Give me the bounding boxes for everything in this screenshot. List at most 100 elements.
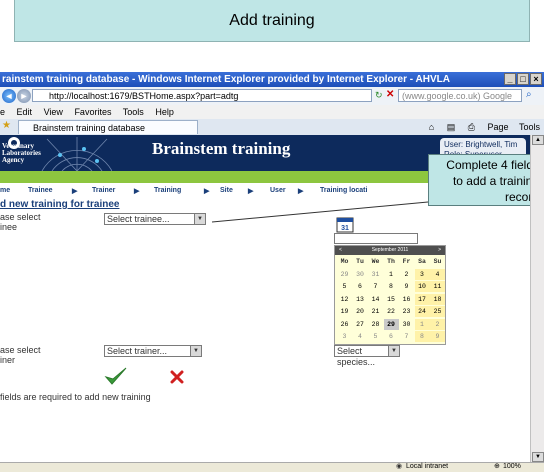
nav-site[interactable]: Site	[220, 187, 233, 194]
calendar-day[interactable]: 30	[353, 269, 368, 280]
prev-month-button[interactable]: <	[339, 246, 342, 255]
calendar-day[interactable]: 7	[399, 331, 414, 342]
calendar-day[interactable]: 12	[337, 294, 352, 305]
calendar-day[interactable]: 31	[368, 269, 383, 280]
next-month-button[interactable]: >	[438, 246, 441, 255]
trainer-select[interactable]: Select trainer... ▼	[104, 345, 202, 357]
scroll-down-icon[interactable]: ▼	[532, 452, 544, 462]
security-zone: Local intranet	[406, 463, 449, 470]
form-heading: d new training for trainee	[0, 199, 120, 210]
calendar-day[interactable]: 11	[430, 281, 445, 292]
calendar-weekday-header: We	[371, 258, 380, 265]
cancel-x-icon[interactable]	[170, 370, 184, 384]
calendar-day[interactable]: 29	[383, 318, 399, 330]
menu-view[interactable]: View	[44, 107, 63, 117]
nav-user[interactable]: User	[270, 187, 286, 194]
calendar-day[interactable]: 2	[430, 318, 445, 330]
calendar-day[interactable]: 29	[337, 269, 352, 280]
zoom-icon[interactable]: ⊕	[494, 462, 500, 471]
app-title: Brainstem training	[152, 139, 291, 158]
nav-training[interactable]: Training	[154, 187, 181, 194]
species-select[interactable]: Select species... ▼	[334, 345, 400, 367]
calendar-day[interactable]: 7	[368, 281, 383, 292]
nav-arrow-icon: ▶	[134, 188, 140, 195]
address-input[interactable]: http://localhost:1679/BSTHome.aspx?part=…	[32, 89, 372, 102]
chevron-down-icon: ▼	[190, 346, 201, 356]
calendar-day[interactable]: 3	[337, 331, 352, 342]
calendar-day[interactable]: 9	[399, 281, 414, 292]
calendar-day[interactable]: 4	[353, 331, 368, 342]
svg-text:31: 31	[341, 225, 349, 232]
tools-menu[interactable]: Tools	[519, 122, 540, 132]
zone-globe-icon: ◉	[396, 463, 403, 470]
forward-icon[interactable]: ►	[17, 89, 31, 103]
browser-tab[interactable]: Brainstem training database	[18, 120, 198, 134]
calendar-day[interactable]: 6	[384, 331, 399, 342]
calendar-day[interactable]: 6	[353, 281, 368, 292]
calendar-month: September 2011	[371, 247, 409, 253]
minimize-icon[interactable]: _	[504, 73, 516, 85]
refresh-icon[interactable]: ↻	[375, 90, 383, 101]
calendar-day[interactable]: 20	[353, 306, 368, 317]
calendar-day[interactable]: 14	[368, 294, 383, 305]
calendar-day[interactable]: 24	[414, 306, 430, 317]
page-menu[interactable]: Page	[487, 122, 508, 132]
page-scrollbar[interactable]: ▲ ▼	[530, 135, 544, 462]
calendar-day[interactable]: 19	[337, 306, 352, 317]
menu-help[interactable]: Help	[155, 107, 174, 117]
nav-training-location[interactable]: Training locati	[320, 187, 367, 194]
calendar-day[interactable]: 18	[430, 293, 445, 305]
trainer-label: ase select iner	[0, 345, 41, 365]
calendar-day[interactable]: 23	[399, 306, 414, 317]
calendar-day[interactable]: 30	[399, 319, 414, 330]
training-date-input[interactable]	[334, 233, 418, 244]
maximize-icon[interactable]: □	[517, 73, 529, 85]
home-icon[interactable]: ⌂	[429, 122, 434, 132]
calendar-day[interactable]: 26	[337, 319, 352, 330]
search-icon[interactable]: ⌕	[526, 89, 532, 100]
menu-bar: e Edit View Favorites Tools Help	[0, 105, 544, 119]
stop-icon[interactable]: ✕	[386, 89, 394, 100]
calendar-day[interactable]: 22	[384, 306, 399, 317]
favorites-star-icon[interactable]: ★	[2, 120, 11, 131]
calendar-day[interactable]: 5	[368, 331, 383, 342]
calendar-day[interactable]: 3	[414, 268, 430, 280]
menu-file[interactable]: e	[0, 107, 5, 117]
chevron-down-icon: ▼	[194, 214, 205, 224]
calendar-day[interactable]: 4	[430, 268, 445, 280]
calendar-day[interactable]: 8	[414, 331, 430, 342]
calendar-day[interactable]: 16	[399, 294, 414, 305]
scroll-up-icon[interactable]: ▲	[532, 135, 544, 145]
nav-home[interactable]: me	[0, 187, 10, 194]
calendar-day[interactable]: 21	[368, 306, 383, 317]
close-icon[interactable]: ×	[530, 73, 542, 85]
checkmark-icon[interactable]	[104, 366, 128, 386]
calendar-day[interactable]: 8	[384, 281, 399, 292]
print-icon[interactable]: ⎙	[468, 122, 475, 132]
feeds-icon[interactable]: ▤	[447, 122, 456, 132]
menu-edit[interactable]: Edit	[17, 107, 33, 117]
calendar-icon[interactable]: 31	[336, 217, 354, 233]
calendar-day[interactable]: 15	[384, 294, 399, 305]
nav-trainee[interactable]: Trainee	[28, 187, 53, 194]
calendar-day[interactable]: 28	[368, 319, 383, 330]
calendar-day[interactable]: 1	[384, 269, 399, 280]
menu-tools[interactable]: Tools	[123, 107, 144, 117]
calendar-day[interactable]: 9	[430, 331, 445, 342]
menu-favorites[interactable]: Favorites	[74, 107, 111, 117]
calendar-day[interactable]: 10	[414, 281, 430, 292]
zoom-level[interactable]: 100%	[503, 462, 521, 471]
calendar-day[interactable]: 2	[399, 269, 414, 280]
calendar-day[interactable]: 27	[353, 319, 368, 330]
search-input[interactable]: (www.google.co.uk) Google	[398, 89, 522, 102]
calendar-day[interactable]: 1	[414, 318, 430, 330]
calendar-day[interactable]: 5	[337, 281, 352, 292]
trainee-select[interactable]: Select trainee... ▼	[104, 213, 206, 225]
back-icon[interactable]: ◄	[2, 89, 16, 103]
nav-arrow-icon: ▶	[72, 188, 78, 195]
calendar-day[interactable]: 25	[430, 306, 445, 317]
calendar-weekday-header: Th	[387, 258, 395, 265]
calendar-day[interactable]: 17	[414, 293, 430, 305]
calendar-day[interactable]: 13	[353, 294, 368, 305]
nav-trainer[interactable]: Trainer	[92, 187, 115, 194]
